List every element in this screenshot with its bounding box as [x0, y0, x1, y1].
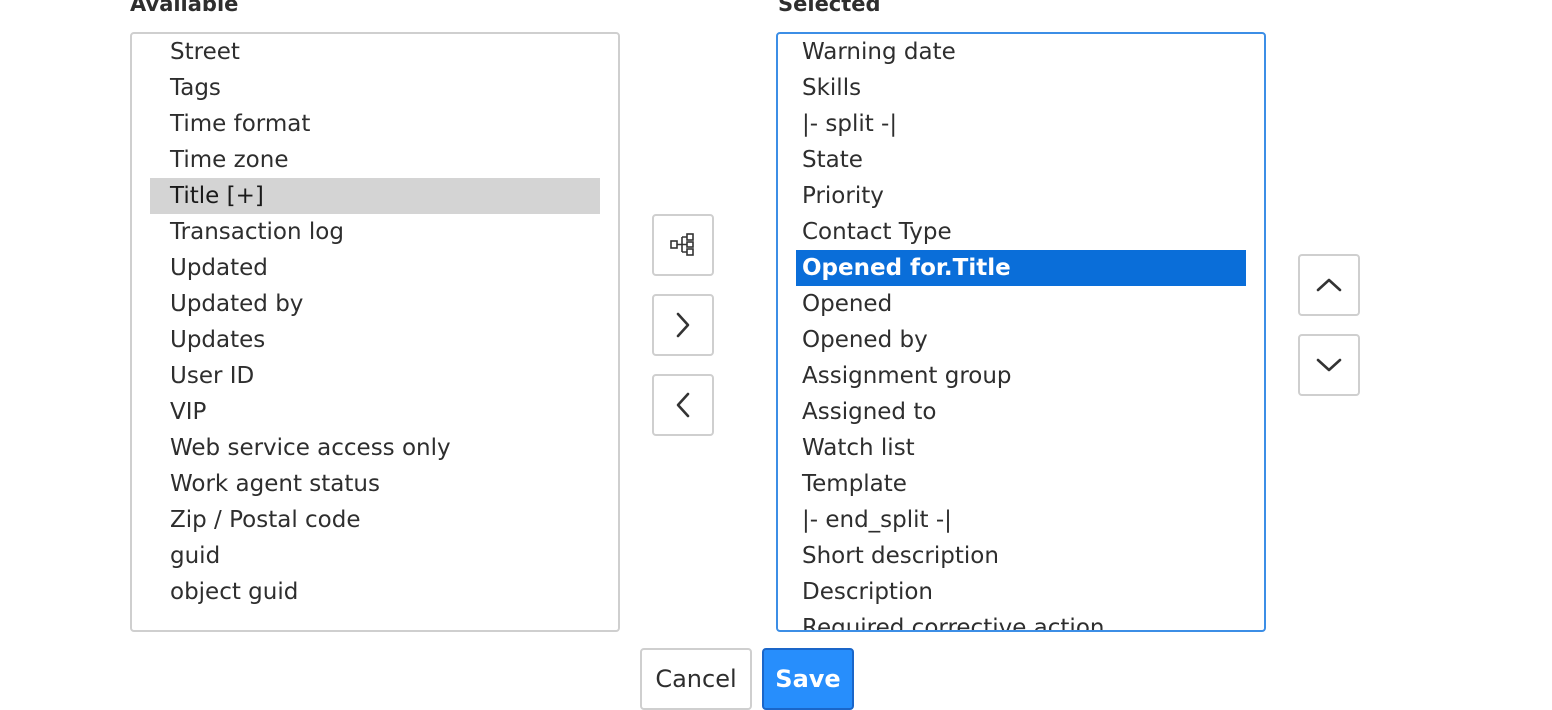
selected-items: Warning date Skills |- split -| State Priori… — [778, 34, 1264, 630]
list-item[interactable]: Updated by — [150, 286, 600, 322]
available-label: Available — [130, 0, 239, 16]
list-item[interactable]: User ID — [150, 358, 600, 394]
list-item[interactable]: Opened — [796, 286, 1246, 322]
list-item[interactable]: Description — [796, 574, 1246, 610]
list-item[interactable]: guid — [150, 538, 600, 574]
list-item[interactable]: Warning date — [796, 34, 1246, 70]
move-up-button[interactable] — [1298, 254, 1360, 316]
tree-hierarchy-icon — [670, 233, 694, 256]
list-item[interactable]: Web service access only — [150, 430, 600, 466]
chevron-down-icon — [1316, 358, 1342, 372]
list-item[interactable]: Tags — [150, 70, 600, 106]
tree-view-button[interactable] — [652, 214, 714, 276]
list-item[interactable]: Skills — [796, 70, 1246, 106]
list-item[interactable]: Transaction log — [150, 214, 600, 250]
add-button[interactable] — [652, 294, 714, 356]
list-item[interactable]: Street — [150, 34, 600, 70]
cancel-button[interactable]: Cancel — [640, 648, 752, 710]
list-item[interactable]: Assigned to — [796, 394, 1246, 430]
list-item[interactable]: VIP — [150, 394, 600, 430]
list-item[interactable]: Assignment group — [796, 358, 1246, 394]
list-item[interactable]: Time format — [150, 106, 600, 142]
selected-list[interactable]: Warning date Skills |- split -| State Priori… — [776, 32, 1266, 632]
list-item[interactable]: State — [796, 142, 1246, 178]
list-item-highlighted[interactable]: Title [+] — [150, 178, 600, 214]
list-item[interactable]: Work agent status — [150, 466, 600, 502]
chevron-up-icon — [1316, 278, 1342, 292]
available-items: Street Tags Time format Time zone Title [+] T… — [132, 34, 618, 610]
list-item[interactable]: Updates — [150, 322, 600, 358]
selected-label: Selected — [778, 0, 881, 16]
list-item[interactable]: Updated — [150, 250, 600, 286]
list-item[interactable]: |- split -| — [796, 106, 1246, 142]
remove-button[interactable] — [652, 374, 714, 436]
list-item[interactable]: Required corrective action — [796, 610, 1246, 630]
list-item[interactable]: Short description — [796, 538, 1246, 574]
chevron-right-icon — [676, 312, 690, 338]
list-item[interactable]: Priority — [796, 178, 1246, 214]
chevron-left-icon — [676, 392, 690, 418]
move-down-button[interactable] — [1298, 334, 1360, 396]
list-item[interactable]: Zip / Postal code — [150, 502, 600, 538]
list-item[interactable]: Contact Type — [796, 214, 1246, 250]
list-item[interactable]: Template — [796, 466, 1246, 502]
list-item-selected[interactable]: Opened for.Title — [796, 250, 1246, 286]
list-item[interactable]: Opened by — [796, 322, 1246, 358]
available-list[interactable]: Street Tags Time format Time zone Title [+] T… — [130, 32, 620, 632]
save-button[interactable]: Save — [762, 648, 854, 710]
list-item[interactable]: object guid — [150, 574, 600, 610]
list-item[interactable]: Time zone — [150, 142, 600, 178]
list-item[interactable]: Watch list — [796, 430, 1246, 466]
list-item[interactable]: |- end_split -| — [796, 502, 1246, 538]
